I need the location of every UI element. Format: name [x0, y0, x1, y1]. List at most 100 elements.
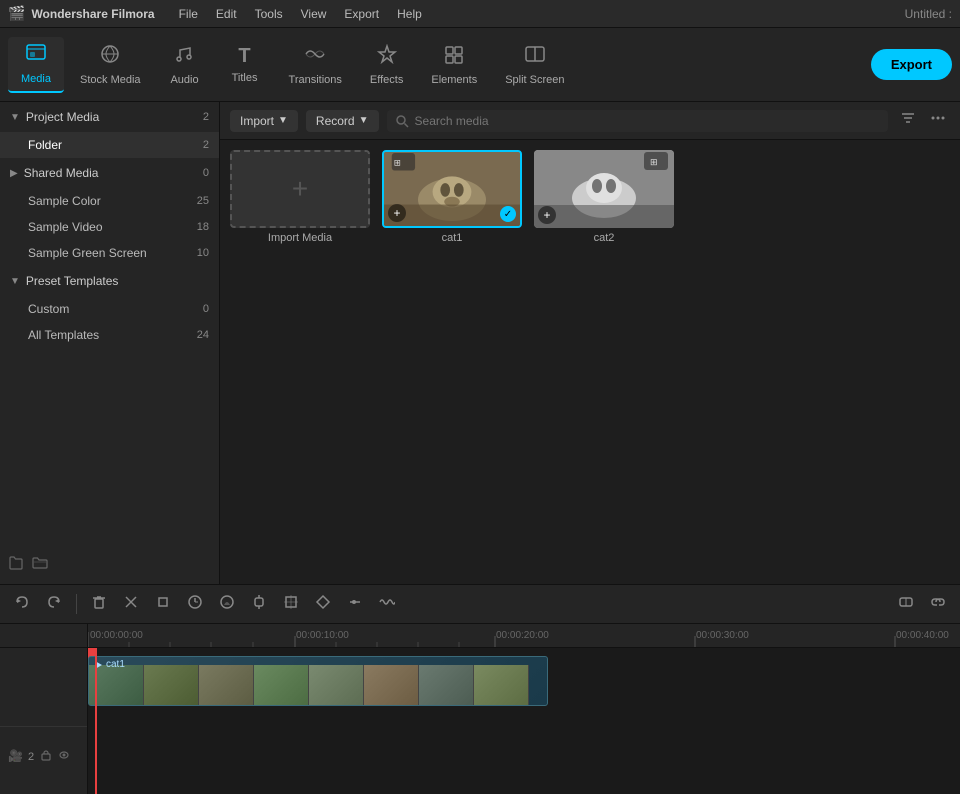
import-media-placeholder[interactable]: + Import Media [230, 150, 370, 244]
export-button[interactable]: Export [871, 49, 952, 80]
ruler-track[interactable]: 00:00:00:00 00:00:10:00 00:00:20:00 00:0… [88, 624, 960, 647]
filter-button[interactable] [896, 108, 920, 133]
track-content[interactable]: cat1 [88, 648, 960, 794]
menu-help[interactable]: Help [389, 5, 430, 23]
svg-text:⊞: ⊞ [650, 157, 658, 167]
track-header-ruler [0, 624, 88, 647]
track-volume-icon: 🎥 [8, 748, 22, 765]
sidebar-section-project-media[interactable]: ▼ Project Media 2 [0, 102, 219, 132]
sample-color-label: Sample Color [28, 194, 101, 208]
timeline-ruler: 00:00:00:00 00:00:10:00 00:00:20:00 00:0… [0, 624, 960, 648]
toolbar-elements[interactable]: Elements [419, 38, 489, 92]
clip-frame-7 [419, 665, 474, 706]
sample-video-label: Sample Video [28, 220, 103, 234]
project-media-chevron: ▼ [10, 112, 20, 123]
menu-tools[interactable]: Tools [247, 5, 291, 23]
record-button[interactable]: Record ▼ [306, 110, 379, 132]
delete-button[interactable] [85, 590, 113, 619]
import-button[interactable]: Import ▼ [230, 110, 298, 132]
sidebar-section-shared-media[interactable]: ▶ Shared Media 0 [0, 158, 219, 188]
video-clip-cat1[interactable]: cat1 [88, 656, 548, 706]
import-label: Import [240, 114, 274, 128]
color-button[interactable] [213, 590, 241, 619]
cat2-name: cat2 [594, 232, 615, 244]
menu-edit[interactable]: Edit [208, 5, 245, 23]
cat1-name: cat1 [442, 232, 463, 244]
sidebar-item-sample-green-screen[interactable]: Sample Green Screen 10 [0, 240, 219, 266]
toolbar-audio[interactable]: Audio [157, 38, 213, 92]
speed-button[interactable] [181, 590, 209, 619]
shared-media-count: 0 [203, 167, 209, 179]
track-lock-button[interactable] [40, 749, 52, 764]
menu-file[interactable]: File [171, 5, 206, 23]
folder-open-icon[interactable] [32, 555, 48, 576]
undo-button[interactable] [8, 590, 36, 619]
bottom-toolbar [0, 584, 960, 624]
clip-frame-4 [254, 665, 309, 706]
menu-view[interactable]: View [293, 5, 335, 23]
track-header: 🎥 2 [0, 648, 88, 794]
cat1-thumbnail[interactable]: ⊞ ✓ + [382, 150, 522, 228]
sidebar-item-sample-video[interactable]: Sample Video 18 [0, 214, 219, 240]
sidebar-section-preset-templates[interactable]: ▼ Preset Templates [0, 266, 219, 296]
sample-video-count: 18 [197, 221, 209, 233]
new-folder-icon[interactable] [8, 555, 24, 576]
media-item-cat1[interactable]: ⊞ ✓ + cat1 [382, 150, 522, 244]
sidebar-item-folder[interactable]: Folder 2 [0, 132, 219, 158]
menu-export[interactable]: Export [336, 5, 387, 23]
toolbar-effects[interactable]: Effects [358, 38, 415, 92]
main-toolbar: Media Stock Media Audio T Titles Transit… [0, 28, 960, 102]
shared-media-label: Shared Media [24, 166, 99, 180]
playhead[interactable] [95, 648, 97, 794]
snap-toggle[interactable] [892, 590, 920, 619]
sidebar-item-sample-color[interactable]: Sample Color 25 [0, 188, 219, 214]
crop-button[interactable] [149, 590, 177, 619]
cat2-thumbnail[interactable]: ⊞ + [534, 150, 674, 228]
search-input[interactable] [415, 114, 880, 128]
clip-label: cat1 [93, 659, 125, 670]
link-toggle[interactable] [924, 590, 952, 619]
toolbar-media[interactable]: Media [8, 37, 64, 93]
search-bar [387, 110, 888, 132]
mask-button[interactable] [309, 590, 337, 619]
track-visibility-button[interactable] [58, 749, 70, 764]
sidebar-item-all-templates[interactable]: All Templates 24 [0, 322, 219, 348]
media-item-cat2[interactable]: ⊞ + cat2 [534, 150, 674, 244]
preset-templates-chevron: ▼ [10, 276, 20, 287]
redo-button[interactable] [40, 590, 68, 619]
preset-templates-label: Preset Templates [26, 274, 119, 288]
menu-items: File Edit Tools View Export Help [171, 5, 430, 23]
sidebar-collapse-arrow[interactable]: ◀ [219, 323, 220, 363]
sample-color-count: 25 [197, 195, 209, 207]
transitions-label: Transitions [289, 74, 342, 86]
split-screen-label: Split Screen [505, 74, 564, 86]
toolbar-separator-1 [76, 594, 77, 614]
sample-green-screen-label: Sample Green Screen [28, 246, 147, 260]
clip-frame-2 [144, 665, 199, 706]
cat2-add-icon[interactable]: + [538, 206, 556, 224]
sidebar: ▼ Project Media 2 Folder 2 ▶ Shared Medi… [0, 102, 220, 584]
sidebar-item-custom[interactable]: Custom 0 [0, 296, 219, 322]
elements-icon [443, 44, 465, 70]
audio-adjust-button[interactable] [341, 590, 369, 619]
split-screen-icon [524, 44, 546, 70]
folder-label: Folder [28, 138, 62, 152]
cut-button[interactable] [117, 590, 145, 619]
custom-count: 0 [203, 303, 209, 315]
import-placeholder-thumbnail[interactable]: + [230, 150, 370, 228]
more-options-button[interactable] [926, 108, 950, 133]
transform-button[interactable] [277, 590, 305, 619]
app-name: Wondershare Filmora [31, 7, 154, 21]
media-grid: + Import Media [220, 140, 960, 584]
clip-filmstrip [89, 665, 529, 706]
titles-icon: T [238, 45, 250, 68]
track-number: 2 [28, 751, 34, 763]
stabilize-button[interactable] [245, 590, 273, 619]
toolbar-transitions[interactable]: Transitions [277, 38, 354, 92]
audio-wave-button[interactable] [373, 590, 401, 619]
plus-icon: + [292, 173, 308, 205]
toolbar-split-screen[interactable]: Split Screen [493, 38, 576, 92]
toolbar-stock-media[interactable]: Stock Media [68, 38, 153, 92]
clip-frame-6 [364, 665, 419, 706]
toolbar-titles[interactable]: T Titles [217, 39, 273, 90]
